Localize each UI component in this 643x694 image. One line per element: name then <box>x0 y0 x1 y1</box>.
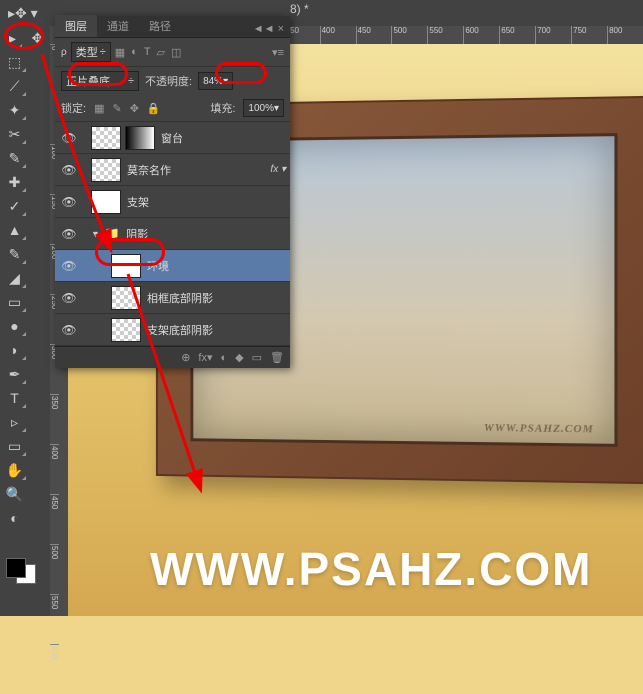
layer-row[interactable]: 👁 支架 <box>55 186 290 218</box>
blur-tool[interactable]: ● <box>2 315 27 337</box>
panel-menu-icon[interactable]: ▾≡ <box>272 46 284 59</box>
gradient-tool[interactable]: ▭ <box>2 291 27 313</box>
visibility-icon[interactable]: 👁 <box>59 131 79 145</box>
crop-tool[interactable]: ✂ <box>2 123 27 145</box>
mask-icon[interactable]: ◐ <box>221 352 228 364</box>
layer-fx-icon[interactable]: fx ▾ <box>270 164 286 175</box>
layer-thumb <box>91 126 121 150</box>
watermark-small: WWW.PSAHZ.COM <box>484 422 594 435</box>
wand-tool[interactable]: ✦ <box>2 99 27 121</box>
move-tool[interactable]: ▸ <box>2 27 23 49</box>
opacity-value[interactable]: 84% ▾ <box>198 72 233 90</box>
blend-mode-dropdown[interactable]: 正片叠底÷ <box>61 71 139 91</box>
tab-channels[interactable]: 通道 <box>97 15 139 37</box>
layer-name: 环境 <box>147 258 290 274</box>
visibility-icon[interactable]: 👁 <box>59 227 79 241</box>
layer-row[interactable]: 👁 相框底部阴影 <box>55 282 290 314</box>
brush-tool[interactable]: ✓ <box>2 195 27 217</box>
fg-color[interactable] <box>6 558 26 578</box>
layer-row[interactable]: 👁 ▼ 📁 阴影 <box>55 218 290 250</box>
visibility-icon[interactable]: 👁 <box>59 291 79 305</box>
layer-thumb <box>111 286 141 310</box>
link-layers-icon[interactable]: ⊕ <box>181 351 190 364</box>
watermark-big: WWW.PSAHZ.COM <box>150 542 593 596</box>
visibility-icon[interactable]: 👁 <box>59 195 79 209</box>
layer-thumb <box>91 190 121 214</box>
layer-name: 莫奈名作 <box>127 162 270 178</box>
lasso-tool[interactable]: ⟋ <box>2 75 27 97</box>
layer-name: 支架底部阴影 <box>147 322 290 338</box>
visibility-icon[interactable]: 👁 <box>59 323 79 337</box>
visibility-icon[interactable]: 👁 <box>59 163 79 177</box>
eraser-tool[interactable]: ◢ <box>2 267 27 289</box>
eyedrop-tool[interactable]: ✎ <box>2 147 27 169</box>
lock-trans-icon[interactable]: ▦ <box>94 102 104 115</box>
color-toggle[interactable]: ◐ <box>2 507 27 529</box>
layer-row[interactable]: 👁 环境 <box>55 250 290 282</box>
layers-list: 👁 窗台 👁 莫奈名作fx ▾ 👁 支架 👁 ▼ 📁 阴影 👁 环境 👁 相框底部阴影 👁 支架底部阴影 <box>55 122 290 346</box>
filter-shape-icon[interactable]: ▱ <box>157 46 165 59</box>
visibility-icon[interactable]: 👁 <box>59 259 79 273</box>
layers-panel: 图层 通道 路径 ◄◄ × ρ 类型 ÷ ▦ ◐ T ▱ ◫ ▾≡ 正片叠底÷ … <box>55 16 290 368</box>
filter-type-dropdown[interactable]: 类型 ÷ <box>71 42 111 62</box>
fill-label: 填充: <box>210 100 235 116</box>
layer-row[interactable]: 👁 支架底部阴影 <box>55 314 290 346</box>
type-tool[interactable]: T <box>2 387 27 409</box>
filter-type-icon[interactable]: T <box>144 46 151 59</box>
layer-row[interactable]: 👁 莫奈名作fx ▾ <box>55 154 290 186</box>
lock-pos-icon[interactable]: ✥ <box>130 102 139 115</box>
hand-tool[interactable]: ✋ <box>2 459 27 481</box>
color-swatch[interactable] <box>4 556 38 586</box>
dodge-tool[interactable]: ◗ <box>2 339 27 361</box>
trash-icon[interactable]: 🗑 <box>270 351 284 364</box>
filter-smart-icon[interactable]: ◫ <box>171 46 181 59</box>
group-arrow-icon[interactable]: ▼ <box>91 229 100 239</box>
history-brush-tool[interactable]: ✎ <box>2 243 27 265</box>
tab-paths[interactable]: 路径 <box>139 15 181 37</box>
adjustment-icon[interactable]: ◆ <box>235 351 243 364</box>
layer-name: 支架 <box>127 194 290 210</box>
stamp-tool[interactable]: ▲ <box>2 219 27 241</box>
move-tool-options-icon: ▸✥ ▾ <box>8 5 38 22</box>
lock-paint-icon[interactable]: ✎ <box>112 102 121 115</box>
path-tool[interactable]: ▹ <box>2 411 27 433</box>
layer-name: 阴影 <box>126 226 290 242</box>
pen-tool[interactable]: ✒ <box>2 363 27 385</box>
tool-aux[interactable]: ✥ <box>27 27 48 49</box>
tools-toolbar: ▸✥ ⬚ ⟋ ✦ ✂ ✎ ✚ ✓ ▲ ✎ ◢ ▭ ● ◗ ✒ T ▹ ▭ ✋ 🔍… <box>0 0 50 616</box>
filter-pixel-icon[interactable]: ▦ <box>115 46 125 59</box>
lock-label: 锁定: <box>61 100 86 116</box>
panel-footer: ⊕ fx▾ ◐ ◆ ▭ 🗑 <box>55 346 290 368</box>
fill-value[interactable]: 100% ▾ <box>243 99 284 117</box>
layer-thumb <box>111 318 141 342</box>
zoom-tool[interactable]: 🔍 <box>2 483 27 505</box>
layer-mask-thumb <box>125 126 155 150</box>
layer-thumb <box>111 254 141 278</box>
layer-thumb <box>91 158 121 182</box>
filter-adjust-icon[interactable]: ◐ <box>131 46 138 59</box>
document-tab[interactable]: 8) * <box>290 2 309 16</box>
new-layer-icon[interactable]: ▭ <box>252 351 262 364</box>
layer-name: 窗台 <box>161 130 290 146</box>
heal-tool[interactable]: ✚ <box>2 171 27 193</box>
fx-icon[interactable]: fx▾ <box>198 351 212 364</box>
marquee-tool[interactable]: ⬚ <box>2 51 27 73</box>
panel-collapse-icon[interactable]: ◄◄ × <box>247 21 290 37</box>
lock-all-icon[interactable]: 🔒 <box>147 102 161 115</box>
tab-layers[interactable]: 图层 <box>55 15 97 37</box>
folder-icon: 📁 <box>104 226 120 242</box>
opacity-label: 不透明度: <box>145 73 192 89</box>
layer-row[interactable]: 👁 窗台 <box>55 122 290 154</box>
layer-name: 相框底部阴影 <box>147 290 290 306</box>
shape-tool[interactable]: ▭ <box>2 435 27 457</box>
